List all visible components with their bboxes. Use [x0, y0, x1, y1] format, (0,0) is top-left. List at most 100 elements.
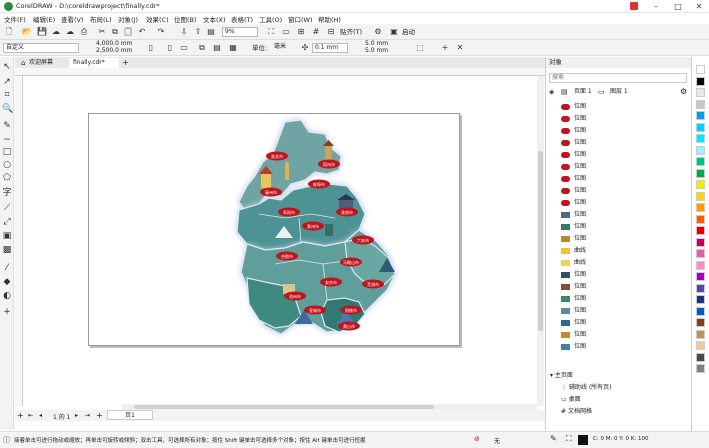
wireframe-icon[interactable]: ▭: [281, 27, 291, 37]
layer-manager-icon[interactable]: ◈: [549, 86, 554, 98]
menu-object[interactable]: 对象(J): [118, 14, 138, 24]
menu-file[interactable]: 文件(F): [4, 14, 26, 24]
list-item[interactable]: 位图: [561, 305, 586, 317]
color-swatch[interactable]: [696, 329, 705, 339]
guidelines-icon[interactable]: ⊟: [326, 27, 336, 37]
maximize-button[interactable]: □: [668, 1, 688, 12]
list-item[interactable]: 位图: [561, 125, 586, 137]
color-swatch[interactable]: [696, 203, 705, 212]
page-size-preset-select[interactable]: 自定义: [3, 43, 79, 53]
shape-tool-icon[interactable]: ↗: [2, 77, 12, 87]
next-page-icon[interactable]: ▸: [75, 412, 78, 419]
account-icon[interactable]: [630, 2, 638, 10]
color-swatch[interactable]: [696, 191, 705, 201]
zoom-tool-icon[interactable]: 🔍: [2, 104, 13, 114]
snap-to-dropdown[interactable]: 贴齐(T): [340, 27, 362, 37]
launch-icon[interactable]: ▣: [389, 27, 399, 37]
master-item-guides[interactable]: ⋮ 辅助线 (所有页): [561, 382, 612, 394]
vertical-scroll-thumb[interactable]: [538, 151, 543, 331]
ellipse-tool-icon[interactable]: ○: [2, 160, 12, 170]
list-item[interactable]: 位图: [561, 293, 586, 305]
list-item[interactable]: 位图: [561, 329, 586, 341]
color-swatch[interactable]: [696, 180, 705, 189]
zoom-level-field[interactable]: 9%: [222, 27, 258, 37]
menu-tools[interactable]: 工具(O): [259, 14, 282, 24]
export-icon[interactable]: ⇧: [193, 27, 203, 37]
full-screen-icon[interactable]: ⛶: [266, 27, 276, 37]
rectangle-tool-icon[interactable]: □: [2, 147, 12, 157]
list-item[interactable]: 位图: [561, 209, 586, 221]
options-gear-icon[interactable]: ⚙: [373, 27, 383, 37]
menu-edit[interactable]: 编辑(E): [33, 14, 55, 24]
list-item[interactable]: 位图: [561, 281, 586, 293]
tab-finally-cdr[interactable]: finally.cdr*: [69, 58, 119, 68]
transparency-icon[interactable]: ▩: [2, 245, 12, 255]
undo-icon[interactable]: ↶: [137, 27, 147, 37]
page-bleed-icon[interactable]: ▦: [228, 43, 238, 53]
add-frame-icon[interactable]: +: [440, 43, 450, 53]
duplicate-y-field[interactable]: 5.0 mm: [363, 47, 393, 57]
paste-icon[interactable]: 📋: [123, 27, 133, 37]
cloud-download-icon[interactable]: ☁: [65, 27, 75, 37]
freehand-tool-icon[interactable]: ✎: [2, 121, 12, 131]
page-copy-icon[interactable]: ⧉: [197, 43, 207, 53]
document-page[interactable]: 淮北市 宿州市 亳州市 蚌埠市 阜阳市 淮南市 滁州市 六安市 合肥市 马鞍山市…: [88, 113, 460, 346]
color-swatch[interactable]: [696, 214, 705, 224]
list-item[interactable]: 位图: [561, 137, 586, 149]
save-icon[interactable]: 💾: [37, 27, 47, 37]
first-page-icon[interactable]: ⇤: [28, 412, 33, 419]
list-item[interactable]: 位图: [561, 185, 586, 197]
interactive-fill-icon[interactable]: ◆: [2, 277, 12, 287]
connector-tool-icon[interactable]: ⤢: [2, 217, 12, 227]
grid-icon[interactable]: #: [311, 27, 321, 37]
cut-icon[interactable]: ✂: [97, 27, 107, 37]
units-select[interactable]: 毫米: [272, 43, 294, 53]
menu-table[interactable]: 表格(T): [231, 14, 253, 24]
drop-shadow-icon[interactable]: ▣: [2, 231, 12, 241]
page-tab-1[interactable]: 页1: [107, 410, 153, 420]
color-swatch[interactable]: [696, 99, 705, 109]
color-swatch[interactable]: [696, 283, 705, 293]
open-folder-icon[interactable]: 📂: [22, 27, 32, 37]
remove-icon[interactable]: ✕: [455, 43, 465, 53]
list-item[interactable]: 位图: [561, 149, 586, 161]
color-swatch[interactable]: [696, 237, 705, 247]
import-icon[interactable]: ⇩: [179, 27, 189, 37]
list-item[interactable]: 位图: [561, 161, 586, 173]
landscape-icon[interactable]: ▭: [179, 43, 189, 53]
outline-pen-icon[interactable]: ✎: [550, 434, 557, 443]
color-swatch[interactable]: [696, 260, 705, 270]
treat-as-filled-icon[interactable]: ⬚: [415, 43, 425, 53]
layer-tab-label[interactable]: 图层 1: [610, 86, 628, 98]
last-page-icon[interactable]: ⇥: [85, 412, 90, 419]
menu-effects[interactable]: 效果(C): [146, 14, 169, 24]
launch-dropdown[interactable]: 启动: [402, 27, 415, 37]
cloud-upload-icon[interactable]: ☁: [51, 27, 61, 37]
color-swatch[interactable]: [696, 88, 705, 97]
horizontal-ruler[interactable]: [15, 68, 545, 76]
color-swatch[interactable]: [696, 364, 705, 373]
color-swatch[interactable]: [696, 111, 705, 120]
page-current-icon[interactable]: ▤: [212, 43, 222, 53]
menu-window[interactable]: 窗口(W): [288, 14, 313, 24]
color-swatch[interactable]: [696, 134, 705, 143]
copy-icon[interactable]: ⧉: [110, 27, 120, 37]
print-icon[interactable]: ⎙: [79, 27, 89, 37]
list-item[interactable]: 位图: [561, 113, 586, 125]
fill-bucket-icon[interactable]: ⛶: [566, 434, 572, 444]
color-swatch[interactable]: [696, 352, 705, 362]
list-item[interactable]: 位图: [561, 173, 586, 185]
color-swatch[interactable]: [696, 249, 705, 258]
new-document-icon[interactable]: 🗋: [4, 27, 14, 37]
list-item[interactable]: 位图: [561, 101, 586, 113]
color-swatch[interactable]: [696, 168, 705, 178]
fill-none-icon[interactable]: ⊘: [474, 435, 480, 443]
page-tab-label[interactable]: 页面 1: [574, 86, 592, 98]
pick-tool-icon[interactable]: ↖: [2, 62, 12, 72]
list-item[interactable]: 位图: [561, 221, 586, 233]
color-swatch[interactable]: [696, 157, 705, 166]
color-swatch[interactable]: [696, 295, 705, 304]
parallel-dimension-icon[interactable]: ⟋: [2, 203, 12, 213]
color-swatch[interactable]: [696, 306, 705, 316]
close-button[interactable]: ✕: [689, 1, 709, 12]
